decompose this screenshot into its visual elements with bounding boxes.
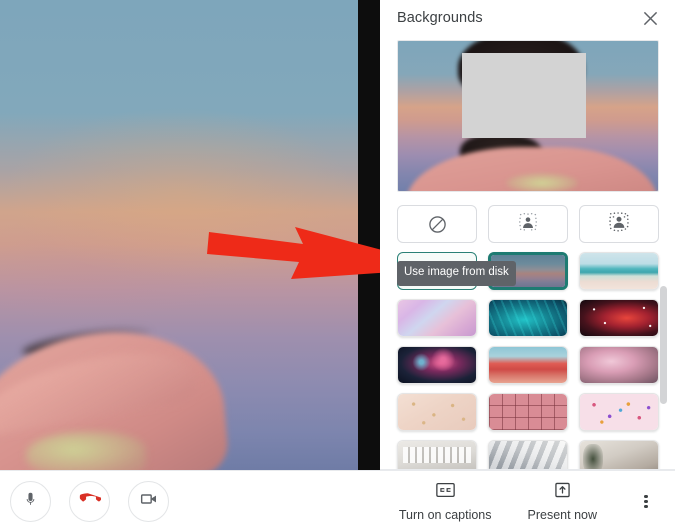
backgrounds-panel-body[interactable]: + [380, 36, 675, 470]
thumbnail-art [489, 300, 567, 336]
present-now-button[interactable]: Present now [510, 482, 615, 522]
thumbnail-art [580, 394, 658, 430]
meet-window: Backgrounds Use image from disk Turn on … [0, 0, 675, 532]
microphone-icon [22, 491, 39, 513]
thumbnail-art [580, 300, 658, 336]
background-lounge[interactable] [579, 440, 659, 470]
more-dot [644, 499, 648, 504]
no-effect-button[interactable] [397, 205, 477, 243]
thumbnail-art [580, 347, 658, 383]
backgrounds-row-5 [397, 393, 659, 431]
captions-button[interactable]: Turn on captions [381, 482, 510, 522]
thumbnail-art [580, 253, 658, 289]
background-teal-waves[interactable] [488, 299, 568, 337]
more-dot [644, 504, 648, 508]
hang-up-button[interactable] [69, 481, 110, 522]
backgrounds-panel-header: Backgrounds [380, 0, 675, 36]
microphone-button[interactable] [10, 481, 51, 522]
backgrounds-row-6 [397, 440, 659, 470]
panel-scrollbar-thumb[interactable] [660, 286, 667, 404]
camera-button[interactable] [128, 481, 169, 522]
backgrounds-row-4 [397, 346, 659, 384]
effects-row [397, 205, 659, 243]
background-red-flowers[interactable] [488, 346, 568, 384]
captions-label: Turn on captions [398, 507, 492, 522]
thumbnail-art [489, 394, 567, 430]
video-camera-icon [139, 489, 159, 514]
background-office[interactable] [397, 440, 477, 470]
no-effect-icon [428, 215, 447, 234]
hang-up-icon [78, 488, 103, 516]
thumbnail-art [398, 300, 476, 336]
full-blur-button[interactable] [579, 205, 659, 243]
preview-green-patch [506, 173, 578, 191]
background-pink-blossoms[interactable] [579, 346, 659, 384]
present-screen-icon [553, 482, 572, 503]
meeting-toolbar: Turn on captions Present now [0, 470, 675, 532]
background-fireworks[interactable] [397, 346, 477, 384]
video-letterbox-bar [358, 0, 380, 470]
background-beach[interactable] [579, 252, 659, 290]
slight-blur-button[interactable] [488, 205, 568, 243]
panel-scrollbar-track[interactable] [660, 74, 671, 466]
video-green-patch [26, 432, 146, 470]
backgrounds-row-3 [397, 299, 659, 337]
thumbnail-art [398, 394, 476, 430]
thumbnail-art [580, 441, 658, 470]
thumbnail-art [489, 347, 567, 383]
background-pink-grid[interactable] [488, 393, 568, 431]
thumbnail-art [489, 441, 567, 470]
background-hallway[interactable] [488, 440, 568, 470]
full-blur-icon [608, 211, 630, 238]
closed-captions-icon [435, 482, 455, 503]
background-beige-confetti[interactable] [397, 393, 477, 431]
backgrounds-scroll-content: + [380, 36, 675, 470]
call-controls-group [0, 481, 169, 522]
background-red-nebula[interactable] [579, 299, 659, 337]
backgrounds-panel: Backgrounds Use image from disk [380, 0, 675, 470]
close-icon[interactable] [637, 5, 663, 31]
preview-face-redaction-box [462, 53, 586, 138]
panel-title: Backgrounds [397, 10, 483, 26]
thumbnail-art [398, 347, 476, 383]
thumbnail-art [398, 441, 476, 470]
background-preview [397, 40, 659, 192]
more-dot [644, 495, 648, 499]
tooltip: Use image from disk [397, 261, 516, 286]
self-view-video-stage[interactable] [0, 0, 380, 470]
present-now-label: Present now [527, 507, 597, 522]
more-vertical-icon[interactable] [629, 483, 663, 521]
meeting-actions-group: Turn on captions Present now [381, 482, 675, 522]
slight-blur-icon [517, 211, 539, 238]
self-view-video [0, 0, 358, 470]
background-pink-confetti[interactable] [579, 393, 659, 431]
background-pink-clouds[interactable] [397, 299, 477, 337]
